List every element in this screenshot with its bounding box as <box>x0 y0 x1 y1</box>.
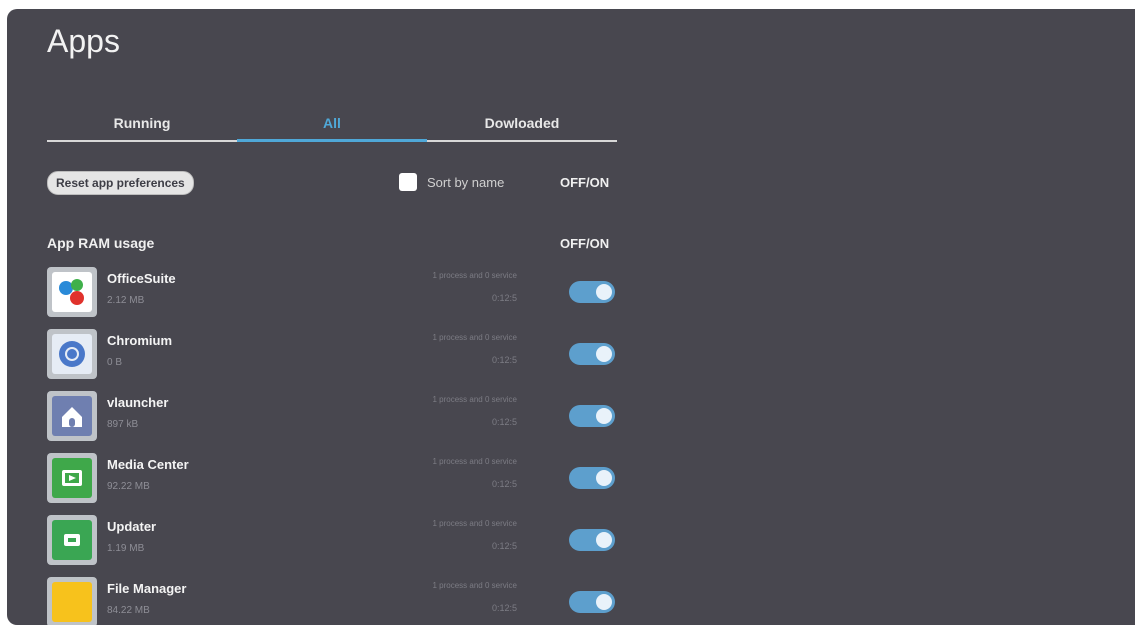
active-tab-indicator <box>237 139 427 142</box>
reset-app-preferences-button[interactable]: Reset app preferences <box>47 171 194 195</box>
sort-by-name-checkbox[interactable] <box>399 173 417 191</box>
app-process-info: 1 process and 0 service <box>432 581 518 590</box>
ram-offon-label: OFF/ON <box>560 236 610 251</box>
app-row-updater[interactable]: Updater 1.19 MB 1 process and 0 service … <box>47 515 617 575</box>
app-icon-frame <box>47 515 97 565</box>
sort-by-name-label: Sort by name <box>427 175 505 190</box>
app-size: 897 kB <box>107 419 139 430</box>
toggle-knob <box>596 346 612 362</box>
app-size: 0 B <box>107 357 123 368</box>
app-icon-frame <box>47 577 97 625</box>
app-ram-usage-label: App RAM usage <box>47 235 155 251</box>
app-toggle[interactable] <box>569 405 615 427</box>
app-name: OfficeSuite <box>107 271 176 286</box>
toggle-knob <box>596 532 612 548</box>
app-toggle[interactable] <box>569 591 615 613</box>
tab-all[interactable]: All <box>237 113 427 141</box>
toggle-knob <box>596 284 612 300</box>
tab-downloaded[interactable]: Dowloaded <box>427 113 617 141</box>
sort-offon-label: OFF/ON <box>560 175 610 190</box>
app-size: 2.12 MB <box>107 295 145 306</box>
app-icon-frame <box>47 267 97 317</box>
app-toggle[interactable] <box>569 281 615 303</box>
toggle-knob <box>596 470 612 486</box>
app-name: File Manager <box>107 581 187 596</box>
app-process-info: 1 process and 0 service <box>432 457 518 466</box>
media-center-icon <box>52 458 92 498</box>
app-process-info: 1 process and 0 service <box>432 271 518 280</box>
app-size: 92.22 MB <box>107 481 150 492</box>
officesuite-icon <box>52 272 92 312</box>
toggle-knob <box>596 594 612 610</box>
app-runtime: 0:12:5 <box>491 603 517 613</box>
app-runtime: 0:12:5 <box>491 417 517 427</box>
app-name: Chromium <box>107 333 172 348</box>
app-process-info: 1 process and 0 service <box>432 395 518 404</box>
app-runtime: 0:12:5 <box>491 479 517 489</box>
app-size: 1.19 MB <box>107 543 145 554</box>
app-runtime: 0:12:5 <box>491 355 517 365</box>
app-toggle[interactable] <box>569 529 615 551</box>
app-name: vlauncher <box>107 395 169 410</box>
app-process-info: 1 process and 0 service <box>432 519 518 528</box>
home-icon <box>52 396 92 436</box>
toggle-knob <box>596 408 612 424</box>
app-toggle[interactable] <box>569 467 615 489</box>
app-runtime: 0:12:5 <box>491 293 517 303</box>
tab-bar: Running All Dowloaded <box>47 113 617 149</box>
app-icon-frame <box>47 453 97 503</box>
app-toggle[interactable] <box>569 343 615 365</box>
app-row-officesuite[interactable]: OfficeSuite 2.12 MB 1 process and 0 serv… <box>47 267 617 327</box>
app-icon-frame <box>47 391 97 441</box>
app-name: Media Center <box>107 457 189 472</box>
updater-icon <box>52 520 92 560</box>
app-size: 84.22 MB <box>107 605 150 616</box>
chromium-icon <box>52 334 92 374</box>
app-icon-frame <box>47 329 97 379</box>
apps-settings-panel: Apps Running All Dowloaded Reset app pre… <box>7 9 1135 625</box>
page-title: Apps <box>47 23 120 59</box>
app-runtime: 0:12:5 <box>491 541 517 551</box>
app-row-chromium[interactable]: Chromium 0 B 1 process and 0 service 0:1… <box>47 329 617 389</box>
folder-icon <box>52 582 92 622</box>
app-row-media-center[interactable]: Media Center 92.22 MB 1 process and 0 se… <box>47 453 617 513</box>
app-row-vlauncher[interactable]: vlauncher 897 kB 1 process and 0 service… <box>47 391 617 451</box>
app-process-info: 1 process and 0 service <box>432 333 518 342</box>
app-row-file-manager[interactable]: File Manager 84.22 MB 1 process and 0 se… <box>47 577 617 625</box>
app-name: Updater <box>107 519 157 534</box>
tab-running[interactable]: Running <box>47 113 237 141</box>
